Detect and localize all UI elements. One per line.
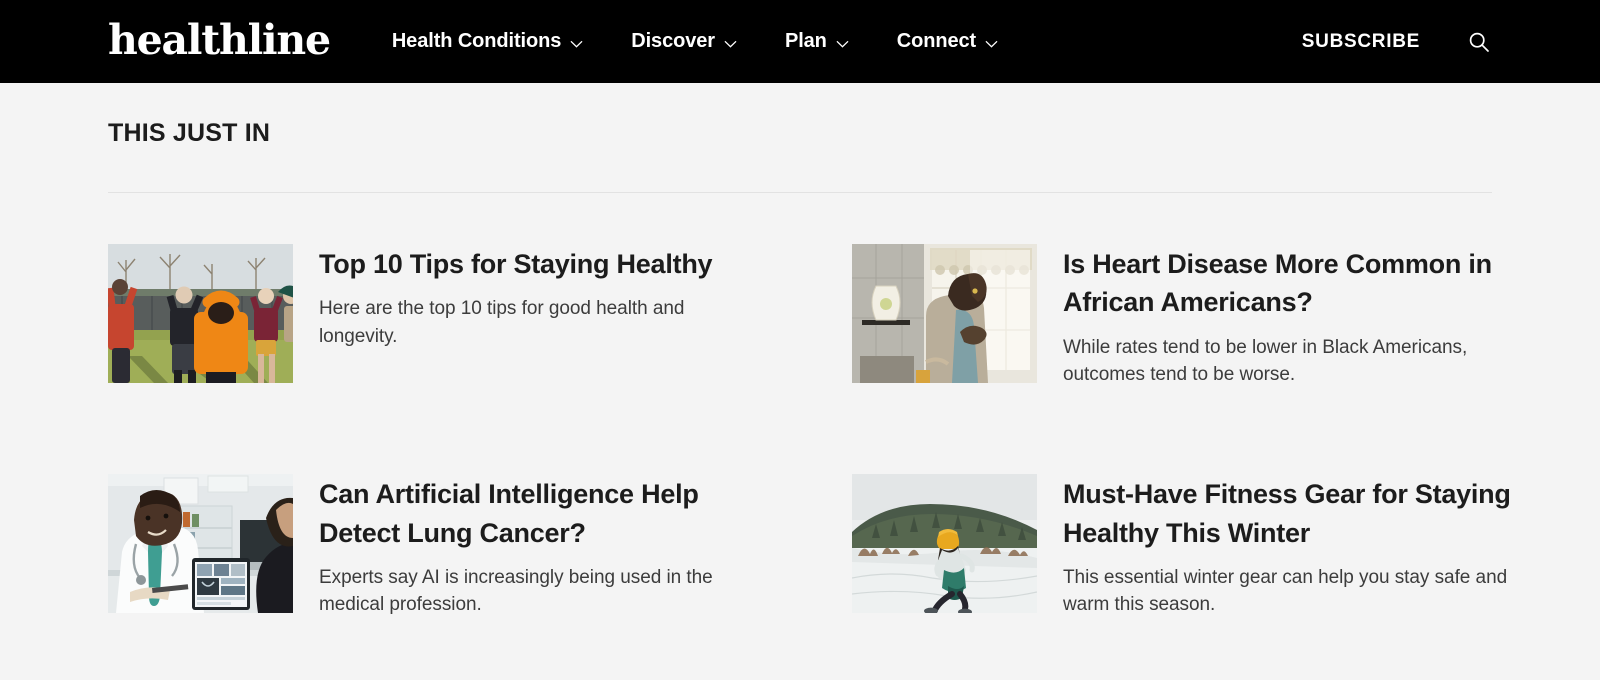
nav-item-plan[interactable]: Plan <box>785 30 849 53</box>
subscribe-button[interactable]: SUBSCRIBE <box>1302 31 1420 53</box>
article-grid: Top 10 Tips for Staying Healthy Here are… <box>108 244 1511 619</box>
article-thumbnail-outdoor-group-exercise[interactable] <box>108 244 293 383</box>
article-description: Here are the top 10 tips for good health… <box>319 298 685 347</box>
nav-item-discover[interactable]: Discover <box>631 30 737 53</box>
article-title[interactable]: Can Artificial Intelligence Help Detect … <box>319 475 749 552</box>
article-card[interactable]: Top 10 Tips for Staying Healthy Here are… <box>108 244 822 388</box>
site-header: healthline Health Conditions Discover Pl… <box>0 0 1600 83</box>
article-thumbnail-person-by-window[interactable] <box>852 244 1037 383</box>
article-description: While rates tend to be lower in Black Am… <box>1063 336 1468 386</box>
chevron-down-icon <box>724 40 737 48</box>
nav-item-connect[interactable]: Connect <box>897 30 998 53</box>
article-title[interactable]: Is Heart Disease More Common in African … <box>1063 245 1523 322</box>
nav-item-label: Health Conditions <box>391 30 562 52</box>
chevron-down-icon <box>570 40 583 48</box>
article-text: Top 10 Tips for Staying Healthy Here are… <box>319 244 749 350</box>
article-text: Can Artificial Intelligence Help Detect … <box>319 474 749 618</box>
section-divider <box>108 192 1492 193</box>
nav-item-health-conditions[interactable]: Health Conditions <box>392 30 583 53</box>
nav-item-label: Connect <box>896 30 977 52</box>
article-text: Is Heart Disease More Common in African … <box>1063 244 1523 388</box>
site-logo[interactable]: healthline <box>108 20 331 61</box>
search-icon[interactable] <box>1466 29 1492 55</box>
chevron-down-icon <box>985 40 998 48</box>
article-card[interactable]: Is Heart Disease More Common in African … <box>852 244 1566 388</box>
article-title[interactable]: Top 10 Tips for Staying Healthy <box>319 245 749 283</box>
article-thumbnail-winter-runner[interactable] <box>852 474 1037 614</box>
article-title[interactable]: Must-Have Fitness Gear for Staying Healt… <box>1063 475 1523 552</box>
article-description: This essential winter gear can help you … <box>1063 567 1508 616</box>
nav-item-label: Discover <box>631 30 715 52</box>
nav-item-label: Plan <box>784 30 827 52</box>
page-title: THIS JUST IN <box>108 119 271 147</box>
main-navigation: Health Conditions Discover Plan Connect <box>392 30 998 53</box>
chevron-down-icon <box>836 40 849 48</box>
article-card[interactable]: Can Artificial Intelligence Help Detect … <box>108 474 822 618</box>
main-content: THIS JUST IN Top 10 Tips for Staying Hea… <box>0 83 1600 619</box>
header-actions: SUBSCRIBE <box>1302 29 1492 55</box>
article-text: Must-Have Fitness Gear for Staying Healt… <box>1063 474 1523 618</box>
article-card[interactable]: Must-Have Fitness Gear for Staying Healt… <box>852 474 1566 618</box>
article-thumbnail-doctor-with-tablet[interactable] <box>108 474 293 614</box>
article-description: Experts say AI is increasingly being use… <box>319 567 713 616</box>
